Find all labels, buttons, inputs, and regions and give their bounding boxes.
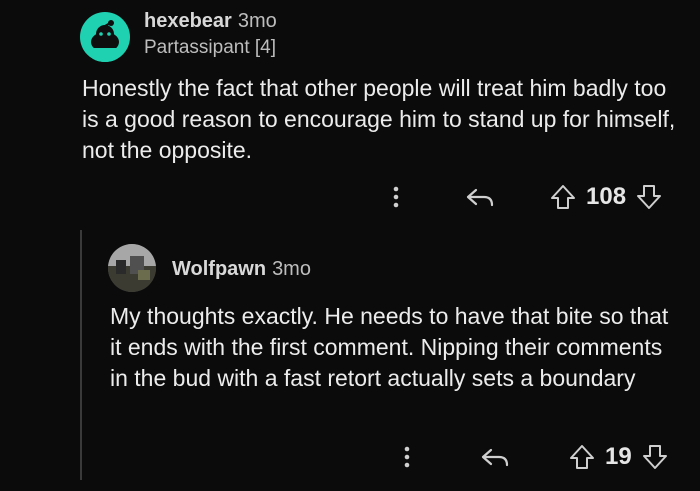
username[interactable]: Wolfpawn 3mo	[172, 258, 311, 281]
user-photo-avatar	[108, 244, 156, 292]
vote-score: 19	[605, 443, 632, 470]
username[interactable]: hexebear 3mo	[144, 10, 277, 33]
comment-actions: 19	[397, 442, 670, 472]
avatar[interactable]	[108, 244, 156, 292]
username-text[interactable]: Wolfpawn	[172, 258, 266, 280]
user-flair: Partassipant [4]	[144, 37, 277, 58]
downvote-icon[interactable]	[634, 182, 664, 212]
more-options-icon[interactable]	[397, 442, 417, 472]
downvote-icon[interactable]	[640, 442, 670, 472]
reply-icon[interactable]	[477, 442, 513, 472]
comment-body: Honestly the fact that other people will…	[82, 75, 676, 163]
comment-body: My thoughts exactly. He needs to have th…	[110, 303, 669, 391]
comment-2: Wolfpawn 3mo My thoughts exactly. He need…	[0, 230, 700, 491]
vote-score: 108	[586, 183, 627, 210]
comment-age: 3mo	[272, 258, 311, 280]
thread-line[interactable]	[80, 230, 82, 480]
comment-1: hexebear 3mo Partassipant [4] Honestly th…	[0, 0, 700, 230]
snoo-avatar-icon	[91, 20, 119, 62]
upvote-icon[interactable]	[567, 442, 597, 472]
upvote-icon[interactable]	[548, 182, 578, 212]
comment-actions: 108	[386, 182, 664, 212]
reply-icon[interactable]	[462, 182, 498, 212]
username-text[interactable]: hexebear	[144, 10, 232, 32]
avatar[interactable]	[80, 12, 130, 62]
more-options-icon[interactable]	[386, 182, 406, 212]
comment-age: 3mo	[237, 10, 277, 32]
